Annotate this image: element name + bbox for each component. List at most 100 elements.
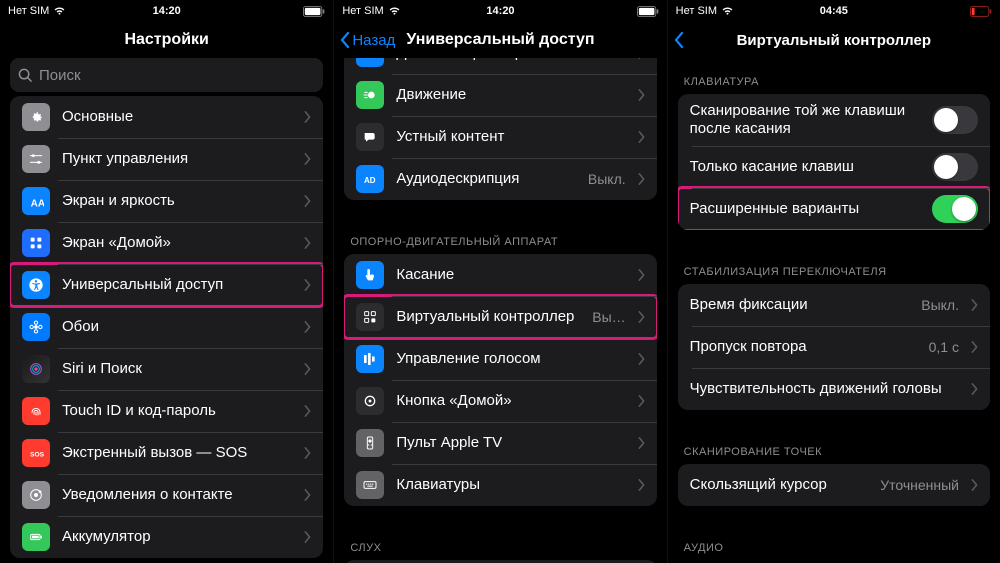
AA-icon: AA bbox=[22, 187, 50, 215]
settings-row[interactable]: Кнопка «Домой» bbox=[344, 380, 656, 422]
settings-row[interactable]: Клавиатуры bbox=[344, 464, 656, 506]
chevron-right-icon bbox=[304, 279, 311, 291]
chevron-right-icon bbox=[304, 489, 311, 501]
settings-row[interactable]: Только касание клавиш bbox=[678, 146, 990, 188]
row-label: Сканирование той же клавиши после касани… bbox=[690, 94, 920, 146]
settings-list[interactable]: ОсновныеПункт управления AA Экран и яркост… bbox=[0, 96, 333, 563]
row-label: Устный контент bbox=[396, 120, 625, 154]
row-label: Экран и яркость bbox=[62, 184, 292, 218]
row-label: Обои bbox=[62, 310, 292, 344]
row-label: Движение bbox=[396, 78, 625, 112]
row-label: Дисплей и размер текста bbox=[396, 58, 625, 70]
page-title: Настройки bbox=[0, 31, 333, 49]
settings-row[interactable]: Время фиксацииВыкл. bbox=[678, 284, 990, 326]
settings-row[interactable]: Универсальный доступ bbox=[10, 264, 323, 306]
row-label: Кнопка «Домой» bbox=[396, 384, 625, 418]
chevron-right-icon bbox=[638, 173, 645, 185]
row-label: Расширенные варианты bbox=[690, 192, 920, 226]
settings-row[interactable]: Скользящий курсорУточненный bbox=[678, 464, 990, 506]
settings-row[interactable]: Расширенные варианты bbox=[678, 188, 990, 230]
settings-row[interactable]: Пропуск повтора0,1 с bbox=[678, 326, 990, 368]
chevron-right-icon bbox=[304, 237, 311, 249]
svg-text:Aa: Aa bbox=[365, 58, 376, 59]
chevron-right-icon bbox=[638, 479, 645, 491]
page-title: Виртуальный контроллер bbox=[668, 32, 1000, 49]
ad-icon: AD bbox=[356, 165, 384, 193]
settings-row[interactable]: Экран «Домой» bbox=[10, 222, 323, 264]
settings-row[interactable]: Чувствительность движений головы bbox=[678, 368, 990, 410]
row-detail: Уточненный bbox=[880, 477, 959, 493]
back-label: Назад bbox=[352, 32, 395, 49]
keyboard-icon bbox=[356, 471, 384, 499]
row-label: Время фиксации bbox=[690, 288, 910, 322]
settings-row[interactable]: AA Экран и яркость bbox=[10, 180, 323, 222]
toggle-switch[interactable] bbox=[932, 195, 978, 223]
settings-row[interactable]: SOS Экстренный вызов — SOS bbox=[10, 432, 323, 474]
touch-icon bbox=[356, 261, 384, 289]
chevron-right-icon bbox=[638, 89, 645, 101]
settings-row[interactable]: Siri и Поиск bbox=[10, 348, 323, 390]
search-input[interactable]: Поиск bbox=[10, 58, 323, 92]
sliders-icon bbox=[22, 145, 50, 173]
touchid-icon bbox=[22, 397, 50, 425]
chevron-right-icon bbox=[971, 341, 978, 353]
svg-text:AA: AA bbox=[31, 198, 44, 209]
settings-row[interactable]: Пункт управления bbox=[10, 138, 323, 180]
row-detail: Выкл. bbox=[588, 171, 626, 187]
carrier-text: Нет SIM bbox=[8, 5, 49, 17]
carrier-text: Нет SIM bbox=[676, 5, 717, 17]
settings-row[interactable]: Обои bbox=[10, 306, 323, 348]
chevron-right-icon bbox=[971, 479, 978, 491]
settings-row[interactable]: ADАудиодескрипцияВыкл. bbox=[344, 158, 656, 200]
settings-row[interactable]: Управление голосом bbox=[344, 338, 656, 380]
settings-row[interactable]: Касание bbox=[344, 254, 656, 296]
settings-group: Aa Дисплей и размер текста Движение Устный … bbox=[344, 58, 656, 200]
settings-row[interactable]: Аккумулятор bbox=[10, 516, 323, 558]
row-label: Клавиатуры bbox=[396, 468, 625, 502]
accessibility-list[interactable]: Aa Дисплей и размер текста Движение Устный … bbox=[334, 58, 666, 563]
chevron-right-icon bbox=[638, 131, 645, 143]
svg-text:AD: AD bbox=[364, 176, 376, 185]
screen-accessibility: Нет SIM 14:20 Назад Универсальный доступ… bbox=[333, 0, 666, 563]
row-label: Только касание клавиш bbox=[690, 150, 920, 184]
settings-row[interactable]: Виртуальный контроллерВы… bbox=[344, 296, 656, 338]
navbar: Виртуальный контроллер bbox=[668, 22, 1000, 58]
back-button[interactable]: Назад bbox=[340, 32, 395, 49]
gear-icon bbox=[22, 103, 50, 131]
chevron-right-icon bbox=[638, 353, 645, 365]
row-label: Пульт Apple TV bbox=[396, 426, 625, 460]
settings-row[interactable]: Aa Дисплей и размер текста bbox=[344, 58, 656, 74]
settings-row[interactable]: Пульт Apple TV bbox=[344, 422, 656, 464]
chevron-right-icon bbox=[638, 395, 645, 407]
settings-row[interactable]: Движение bbox=[344, 74, 656, 116]
row-label: Универсальный доступ bbox=[62, 268, 292, 302]
toggle-switch[interactable] bbox=[932, 153, 978, 181]
sos-icon: SOS bbox=[22, 439, 50, 467]
row-label: Экстренный вызов — SOS bbox=[62, 436, 292, 470]
clock: 04:45 bbox=[820, 5, 848, 17]
voice-icon bbox=[356, 345, 384, 373]
carrier-text: Нет SIM bbox=[342, 5, 383, 17]
battery-icon bbox=[22, 523, 50, 551]
settings-row[interactable]: Устный контент bbox=[344, 116, 656, 158]
settings-row[interactable]: Основные bbox=[10, 96, 323, 138]
row-label: Siri и Поиск bbox=[62, 352, 292, 386]
chevron-right-icon bbox=[304, 195, 311, 207]
settings-row[interactable]: Сканирование той же клавиши после касани… bbox=[678, 94, 990, 146]
chevron-right-icon bbox=[638, 269, 645, 281]
wifi-icon bbox=[721, 6, 734, 16]
switch-control-list[interactable]: КЛАВИАТУРАСканирование той же клавиши по… bbox=[668, 58, 1000, 563]
chevron-right-icon bbox=[971, 299, 978, 311]
settings-row[interactable]: Touch ID и код-пароль bbox=[10, 390, 323, 432]
settings-row[interactable]: Уведомления о контакте bbox=[10, 474, 323, 516]
group-header: СТАБИЛИЗАЦИЯ ПЕРЕКЛЮЧАТЕЛЯ bbox=[668, 248, 1000, 284]
chevron-right-icon bbox=[304, 321, 311, 333]
group-header: АУДИО bbox=[668, 524, 1000, 560]
status-bar: Нет SIM 04:45 bbox=[668, 0, 1000, 22]
group-header: СЛУХ bbox=[334, 524, 666, 560]
remote-icon bbox=[356, 429, 384, 457]
speech-icon bbox=[356, 123, 384, 151]
toggle-switch[interactable] bbox=[932, 106, 978, 134]
chevron-right-icon bbox=[304, 363, 311, 375]
back-button[interactable] bbox=[674, 32, 684, 48]
